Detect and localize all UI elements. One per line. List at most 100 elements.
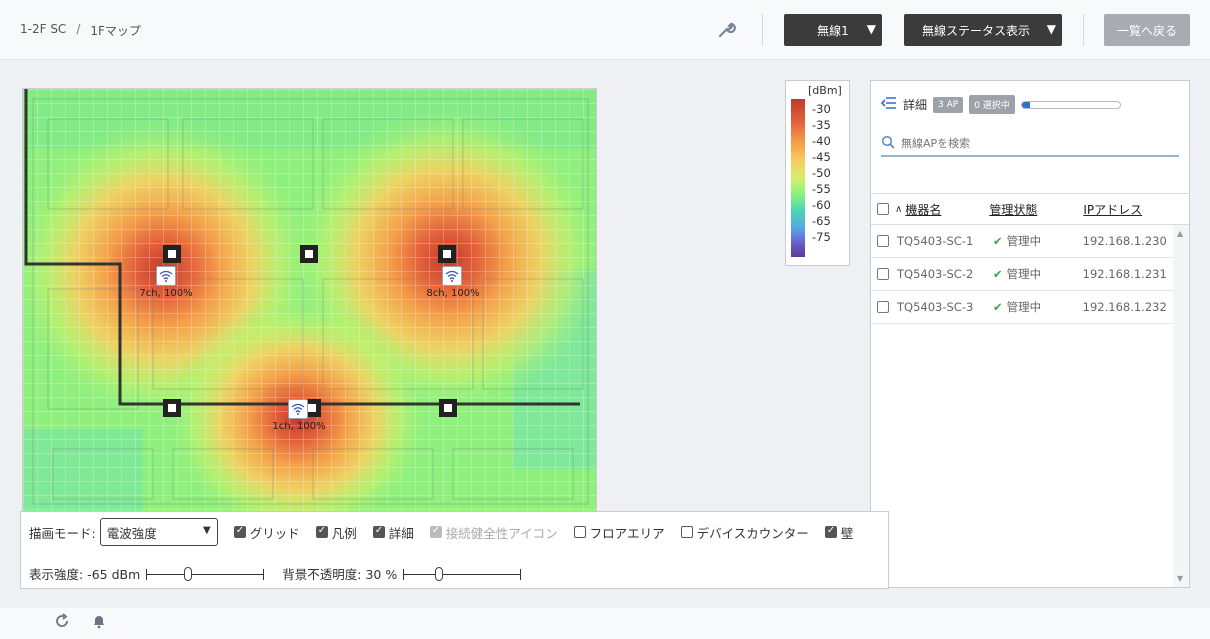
- strength-slider[interactable]: [146, 566, 265, 581]
- collapse-list-icon[interactable]: [880, 97, 897, 112]
- bell-icon[interactable]: [91, 613, 107, 631]
- radio-select-value: 無線1: [817, 23, 849, 38]
- legend-tick: -60: [812, 198, 831, 212]
- legend-ticks: -30 -35 -40 -45 -50 -55 -60 -65 -75: [812, 103, 831, 244]
- table-row[interactable]: TQ5403-SC-1 ✔ 管理中 192.168.1.230: [871, 225, 1173, 258]
- radio-select[interactable]: 無線1 ▼: [784, 14, 882, 46]
- row-checkbox[interactable]: [877, 235, 889, 247]
- breadcrumb-site[interactable]: 1-2F SC: [20, 22, 66, 39]
- row-status: 管理中: [1006, 267, 1042, 281]
- checkbox-box[interactable]: [315, 525, 328, 538]
- legend-tick: -50: [812, 166, 831, 180]
- checkbox-box[interactable]: [233, 525, 246, 538]
- heatmap-canvas[interactable]: 7ch, 100% 8ch, 100% 1ch, 100%: [22, 88, 597, 513]
- ap-wifi-icon[interactable]: [156, 266, 176, 286]
- breadcrumb: 1-2F SC / 1Fマップ: [20, 22, 141, 39]
- checkbox-box[interactable]: [680, 526, 693, 538]
- checkbox-label: グリッド: [249, 525, 300, 541]
- detail-label[interactable]: 詳細: [903, 96, 927, 113]
- mode-select-value: 電波強度: [106, 525, 157, 541]
- scroll-down-icon[interactable]: ▼: [1177, 574, 1183, 583]
- opacity-slider[interactable]: [403, 566, 522, 581]
- ap-list-panel: 詳細 3 AP 0 選択中 ∧ 機器名 管理状態 IPアドレス TQ5403-S…: [870, 80, 1190, 588]
- ap-count-badge: 3 AP: [933, 96, 964, 113]
- row-ip: 192.168.1.230: [1082, 234, 1167, 248]
- checkbox-label: 接続健全性アイコン: [445, 525, 558, 541]
- column-status-header[interactable]: 管理状態: [989, 201, 1083, 218]
- option-checkbox[interactable]: グリッド: [233, 523, 300, 542]
- wrench-icon[interactable]: [717, 20, 737, 40]
- select-all-checkbox[interactable]: [877, 203, 889, 215]
- scroll-up-icon[interactable]: ▲: [1177, 229, 1183, 238]
- sort-asc-icon: ∧: [895, 203, 903, 215]
- checkbox-label: 詳細: [388, 525, 414, 541]
- check-icon: ✔: [993, 234, 1003, 248]
- option-checkbox[interactable]: フロアエリア: [573, 523, 665, 542]
- legend-color-bar: [791, 99, 805, 257]
- ap-label: 1ch, 100%: [272, 421, 326, 432]
- controls-row-1: 描画モード: 電波強度 ▼ グリッド 凡例 詳細 接続健全性アイコン フロアエリア デバイ…: [29, 518, 853, 546]
- row-ip: 192.168.1.231: [1082, 267, 1167, 281]
- checkbox-box: [429, 525, 442, 538]
- legend-tick: -35: [812, 118, 831, 132]
- row-checkbox[interactable]: [877, 268, 889, 280]
- check-icon: ✔: [993, 267, 1003, 281]
- refresh-icon[interactable]: [54, 613, 70, 631]
- option-checkbox[interactable]: 凡例: [315, 523, 357, 542]
- slider-track: [403, 573, 522, 575]
- panel-toolbar: 詳細 3 AP 0 選択中: [880, 95, 1121, 114]
- mode-select[interactable]: 電波強度 ▼: [99, 518, 218, 546]
- controls-row-2: 表示強度: -65 dBm 背景不透明度: 30 %: [29, 564, 539, 583]
- column-ip-header[interactable]: IPアドレス: [1083, 201, 1142, 218]
- slider-thumb[interactable]: [434, 566, 443, 581]
- caret-down-icon: ▼: [1046, 22, 1056, 36]
- row-checkbox[interactable]: [877, 301, 889, 313]
- legend-tick: -30: [812, 102, 831, 116]
- checkbox-label: フロアエリア: [589, 525, 665, 541]
- row-status: 管理中: [1006, 300, 1042, 314]
- row-name: TQ5403-SC-2: [897, 267, 974, 281]
- progress-fill: [1021, 101, 1030, 108]
- breadcrumb-map: 1Fマップ: [90, 24, 141, 38]
- table-scrollbar[interactable]: ▲ ▼: [1173, 225, 1189, 587]
- legend-unit: [dBm]: [808, 84, 842, 97]
- option-checkboxes: グリッド 凡例 詳細 接続健全性アイコン フロアエリア デバイスカウンター 壁: [233, 523, 853, 542]
- legend-tick: -55: [812, 182, 831, 196]
- chevron-down-icon: ▼: [203, 525, 211, 536]
- legend-tick: -40: [812, 134, 831, 148]
- signal-legend: [dBm] -30 -35 -40 -45 -50 -55 -60 -65 -7…: [785, 80, 850, 266]
- back-to-list-button[interactable]: 一覧へ戻る: [1104, 14, 1190, 46]
- table-row[interactable]: TQ5403-SC-3 ✔ 管理中 192.168.1.232: [871, 291, 1173, 324]
- search-input[interactable]: [901, 136, 1161, 150]
- option-checkbox[interactable]: 壁: [824, 523, 853, 542]
- row-name: TQ5403-SC-1: [897, 234, 974, 248]
- mode-label: 描画モード:: [29, 525, 96, 541]
- table-row[interactable]: TQ5403-SC-2 ✔ 管理中 192.168.1.231: [871, 258, 1173, 291]
- ap-search: [881, 131, 1179, 157]
- legend-tick: -75: [812, 230, 831, 244]
- checkbox-box[interactable]: [573, 526, 586, 538]
- status-select[interactable]: 無線ステータス表示 ▼: [904, 14, 1062, 46]
- slider-thumb[interactable]: [183, 566, 192, 581]
- ap-wifi-icon[interactable]: [288, 399, 308, 419]
- checkbox-box[interactable]: [372, 525, 385, 538]
- ap-table-rows: TQ5403-SC-1 ✔ 管理中 192.168.1.230 TQ5403-S…: [871, 225, 1173, 324]
- status-select-value: 無線ステータス表示: [921, 23, 1030, 38]
- opacity-label: 背景不透明度: 30 %: [282, 567, 398, 582]
- option-checkbox: 接続健全性アイコン: [429, 523, 558, 542]
- column-name-header[interactable]: 機器名: [905, 201, 989, 218]
- display-controls: 描画モード: 電波強度 ▼ グリッド 凡例 詳細 接続健全性アイコン フロアエリア デバイ…: [20, 511, 889, 589]
- header: 1-2F SC / 1Fマップ 無線1 ▼ 無線ステータス表示 ▼ 一覧へ戻る: [0, 0, 1210, 60]
- header-divider: [762, 14, 763, 46]
- checkbox-box[interactable]: [824, 525, 837, 538]
- ap-wifi-icon[interactable]: [442, 266, 462, 286]
- search-icon: [881, 135, 895, 152]
- option-checkbox[interactable]: 詳細: [372, 523, 414, 542]
- row-ip: 192.168.1.232: [1082, 300, 1167, 314]
- footer: [0, 608, 1210, 639]
- breadcrumb-separator: /: [76, 22, 81, 36]
- row-name: TQ5403-SC-3: [897, 300, 974, 314]
- ap-label: 8ch, 100%: [426, 288, 480, 299]
- ap-label: 7ch, 100%: [139, 288, 193, 299]
- option-checkbox[interactable]: デバイスカウンター: [680, 523, 809, 542]
